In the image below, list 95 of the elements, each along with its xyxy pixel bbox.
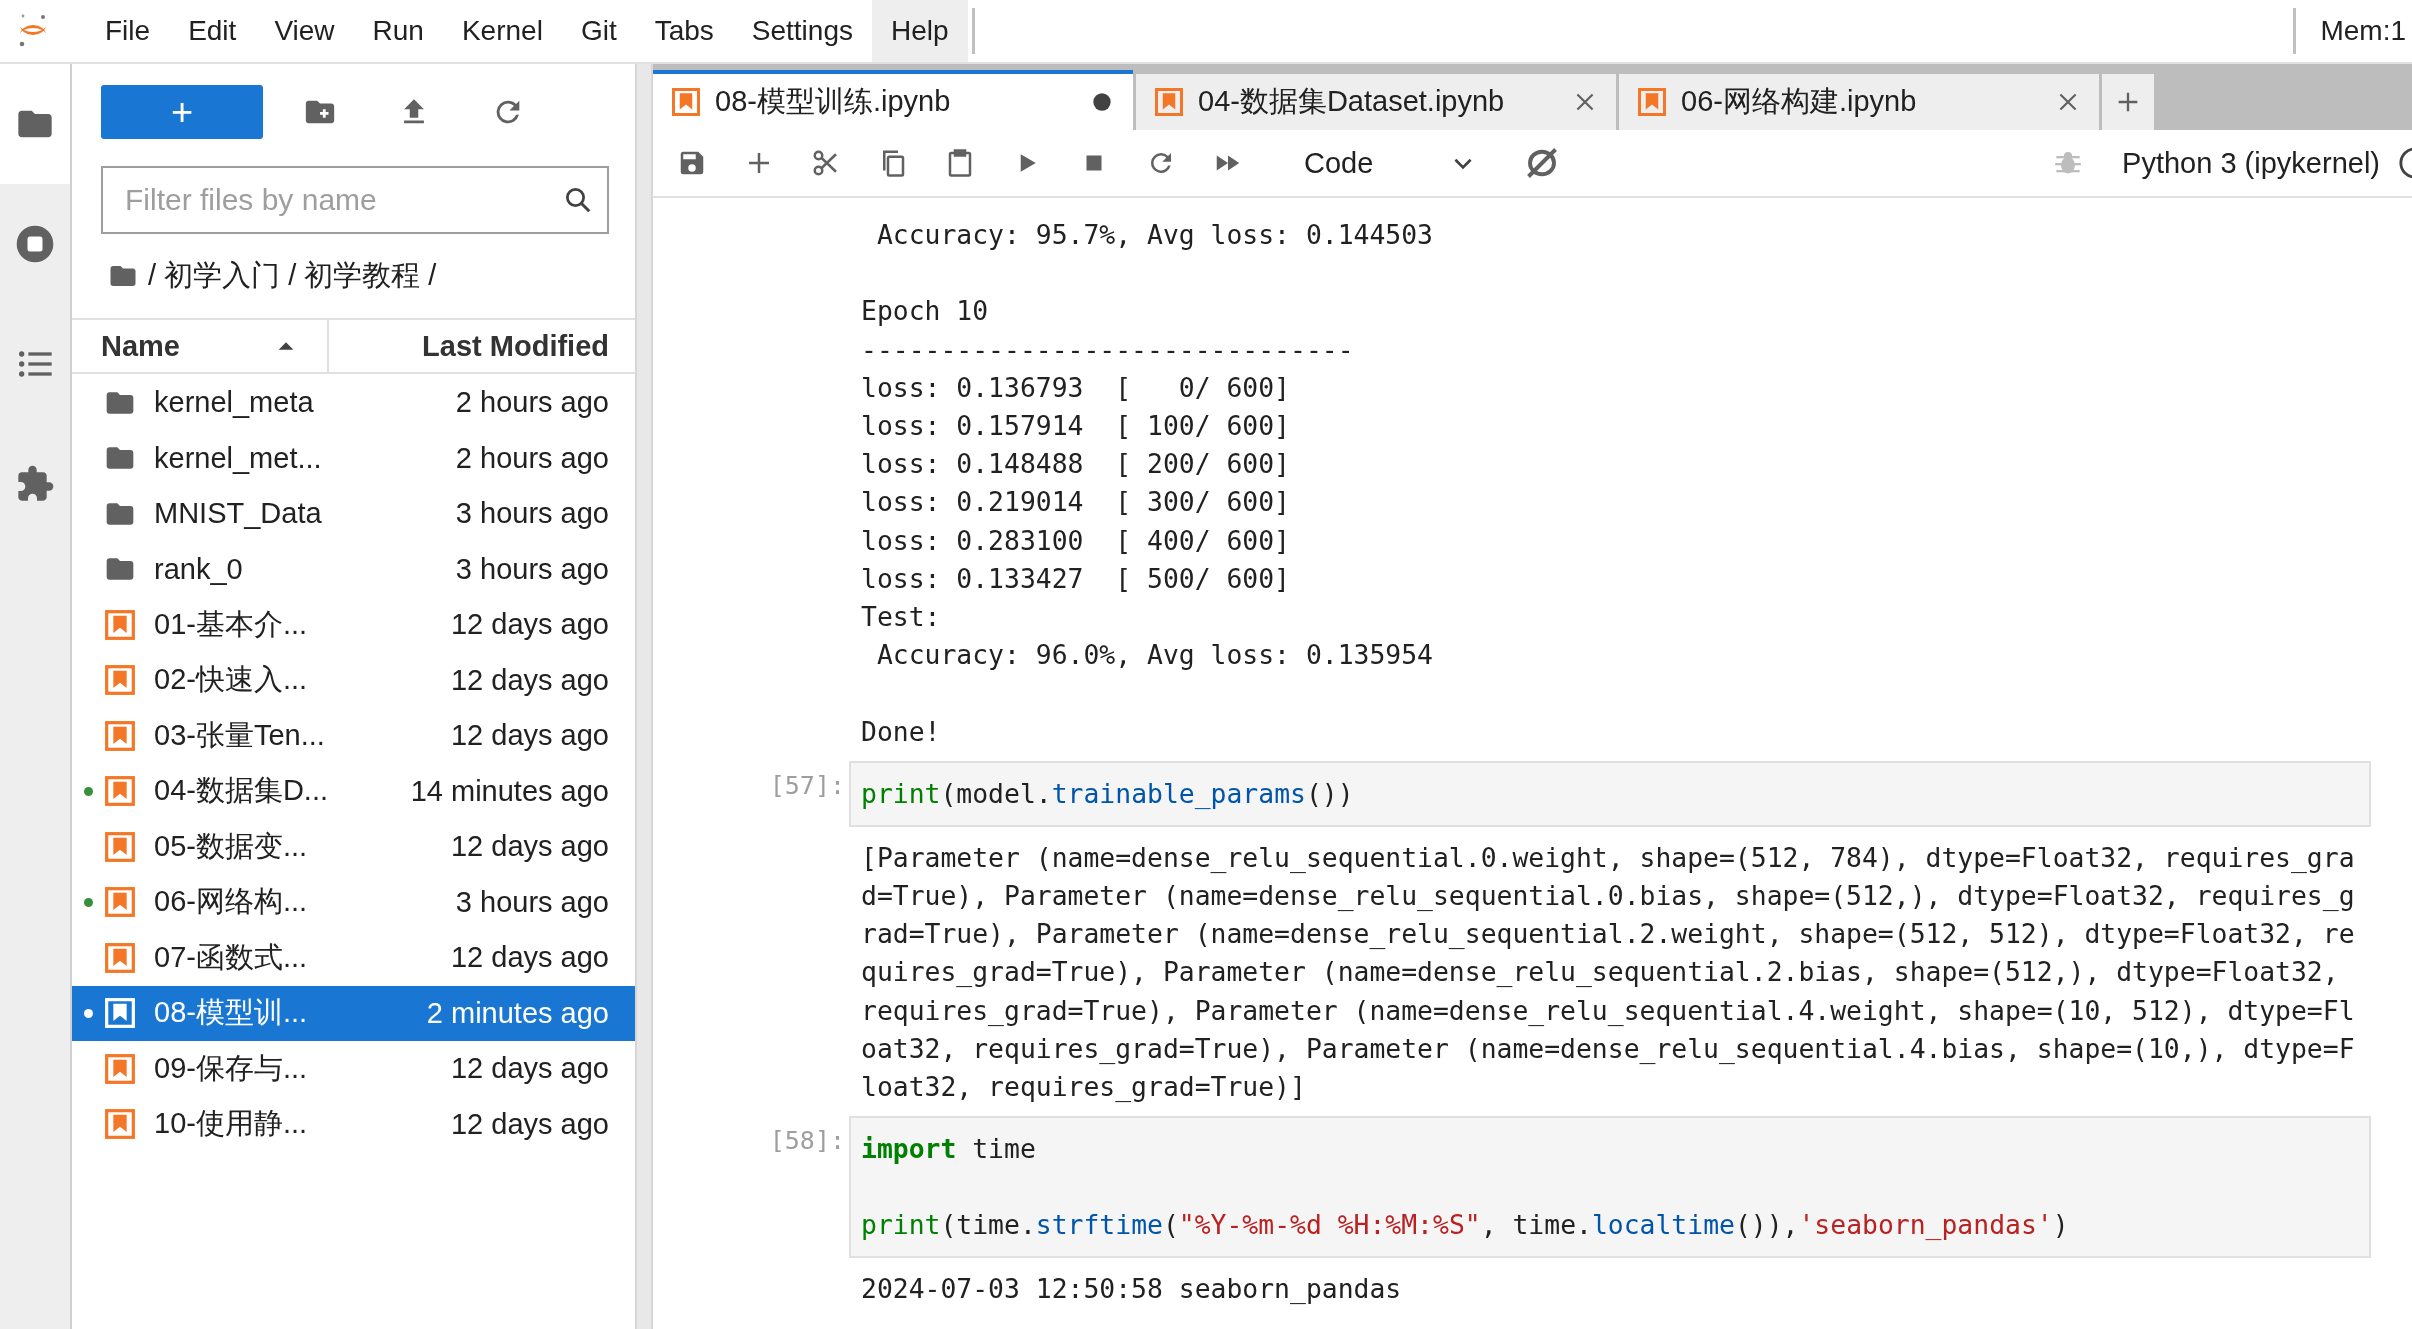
modified-time: 12 days ago [451,1052,609,1086]
column-header-label: Name [101,329,180,363]
filter-field[interactable]: Filter files by name [101,166,609,234]
modified-time: 12 days ago [451,830,609,864]
tab-title: 04-数据集Dataset.ipynb [1198,84,1506,119]
file-row[interactable]: 04-数据集D... 14 minutes ago [72,763,635,819]
file-row[interactable]: 05-数据变... 12 days ago [72,819,635,875]
modified-time: 2 hours ago [455,386,609,420]
code-cell-input[interactable]: print(model.trainable_params()) [849,760,2371,827]
file-row[interactable]: 08-模型训... 2 minutes ago [72,985,635,1041]
column-header[interactable]: Name [72,320,329,372]
menu-item[interactable]: View [255,0,354,62]
file-row[interactable]: 01-基本介... 12 days ago [72,597,635,653]
modified-time: 12 days ago [451,663,609,697]
file-row[interactable]: kernel_meta 2 hours ago [72,375,635,431]
menu-item[interactable]: Run [353,0,443,62]
notebook-icon [104,997,136,1030]
file-name: 06-网络构... [154,884,309,920]
tab-title: 06-网络构建.ipynb [1681,84,1918,119]
cell-output: Accuracy: 95.7%, Avg loss: 0.144503 Epoch 10 ------------------------------- loss: 0.136793 [ 0/ 600] loss: 0.157914 [ 100/ 600] loss: 0.148488 [ 200/ 600] loss: 0.219014 [ 300/ 600] loss: 0.283100 [ 400/ 600] loss: 0.133427 [ 500/ 600] Test: Accuracy: 96.0%, Avg loss: 0.135954 Done! [860,218,1434,749]
file-name: 02-快速入... [154,662,309,698]
code-cell-input[interactable]: import time print(time.strftime("%Y-%m-%d %H:%M:%S", time.localtime()),'seaborn_pandas') [849,1116,2371,1259]
file-row[interactable]: rank_0 3 hours ago [72,541,635,597]
file-name: MNIST_Data [154,497,323,531]
notebook-icon [104,664,136,697]
search-icon [563,185,593,215]
modified-time: 12 days ago [451,941,609,975]
file-name: 10-使用静... [154,1106,309,1142]
notebook-icon [104,1052,136,1085]
notebook-icon [1154,87,1184,117]
file-name: 04-数据集D... [154,773,330,809]
stop-circle-icon [15,224,55,264]
modified-time: 12 days ago [451,719,609,753]
file-name: rank_0 [154,552,244,586]
notebook-icon [104,941,136,974]
modified-time: 14 minutes ago [410,774,609,808]
new-tab-button[interactable] [2102,74,2154,130]
kernel-name[interactable]: Python 3 (ipykernel) [2122,146,2380,180]
notebook-tab[interactable]: 04-数据集Dataset.ipynb [1136,74,1616,130]
execution-count: [58]: [768,1125,845,1158]
file-name: 05-数据变... [154,828,309,864]
filter-input[interactable]: Filter files by name [123,182,563,218]
file-name: 07-函数式... [154,939,309,975]
column-header[interactable]: Last Modified [329,320,635,372]
cell-output: [Parameter (name=dense_relu_sequential.0.weight, shape=(512, 784), dtype=Float32, requires_grad=True), Parameter (name=dense_relu_sequential.0.bias, shape=(512,), dtype=Float32, requires_grad=True), Parameter (name=dense_relu_sequential.2.weight, shape=(512, 512), dtype=Float32, requires_grad=True), Parameter (name=dense_relu_sequential.2.bias, shape=(512,), dtype=Float32, requires_grad=True), Parameter (name=dense_relu_sequential.4.weight, shape=(10, 512), dtype=Float32, requires_grad=True), Parameter (name=dense_relu_sequential.4.bias, shape=(10,), dtype=Float32, requires_grad=True)] [860,840,2355,1105]
menu-item[interactable]: Kernel [442,0,562,62]
menu-item[interactable]: File [86,0,170,62]
code-line: print(model.trainable_params()) [861,776,1355,811]
breadcrumb-path[interactable]: / 初学入门 / 初学教程 / [148,256,437,296]
code-line: import time [861,1132,1037,1167]
file-row[interactable]: 09-保存与... 12 days ago [72,1041,635,1097]
menu-item[interactable]: Settings [732,0,872,62]
file-row[interactable]: 07-函数式... 12 days ago [72,930,635,986]
sidebar-tab[interactable] [0,64,70,184]
notebook-icon [104,1108,136,1141]
file-name: kernel_met... [154,441,323,475]
file-row[interactable]: MNIST_Data 3 hours ago [72,486,635,542]
execution-count: [57]: [768,769,845,802]
notebook-icon [104,775,136,808]
file-row[interactable]: 10-使用静... 12 days ago [72,1096,635,1152]
file-name: 08-模型训... [154,995,309,1031]
notebook-icon [104,719,136,752]
modified-time: 3 hours ago [455,497,609,531]
code-line: print(time.strftime("%Y-%m-%d %H:%M:%S", time.localtime()),'seaborn_pandas') [861,1208,2070,1243]
modified-time: 3 hours ago [455,885,609,919]
notebook-tab[interactable]: 08-模型训练.ipynb [653,70,1133,130]
cell-type-dropdown[interactable]: Code [1304,146,1476,180]
tab-title: 08-模型训练.ipynb [715,84,952,119]
file-name: 03-张量Ten... [154,717,326,753]
notebook-icon [104,886,136,919]
puzzle-icon [15,464,55,504]
memory-indicator: Mem:1 [2319,14,2407,48]
file-row[interactable]: 06-网络构... 3 hours ago [72,874,635,930]
modified-time: 12 days ago [451,608,609,642]
file-row[interactable]: 03-张量Ten... 12 days ago [72,708,635,764]
new-launcher-button[interactable]: + [101,85,263,139]
cell-output: 2024-07-03 12:50:58 seaborn_pandas [860,1272,1403,1307]
file-name: 01-基本介... [154,606,309,642]
modified-time: 2 hours ago [455,441,609,475]
menu-item[interactable]: Tabs [635,0,733,62]
notebook-icon [1637,87,1667,117]
modified-time: 2 minutes ago [426,996,609,1030]
modified-time: 12 days ago [451,1107,609,1141]
file-name: 09-保存与... [154,1050,309,1086]
menu-item[interactable]: Git [561,0,636,62]
notebook-icon [104,608,136,641]
notebook-tab[interactable]: 06-网络构建.ipynb [1619,74,2099,130]
menu-item[interactable]: Help [872,0,968,62]
menu-item[interactable]: Edit [169,0,256,62]
notebook-icon [671,87,701,117]
file-row[interactable]: kernel_met... 2 hours ago [72,430,635,486]
file-row[interactable]: 02-快速入... 12 days ago [72,652,635,708]
modified-time: 3 hours ago [455,552,609,586]
file-name: kernel_meta [154,386,315,420]
notebook-icon [104,830,136,863]
